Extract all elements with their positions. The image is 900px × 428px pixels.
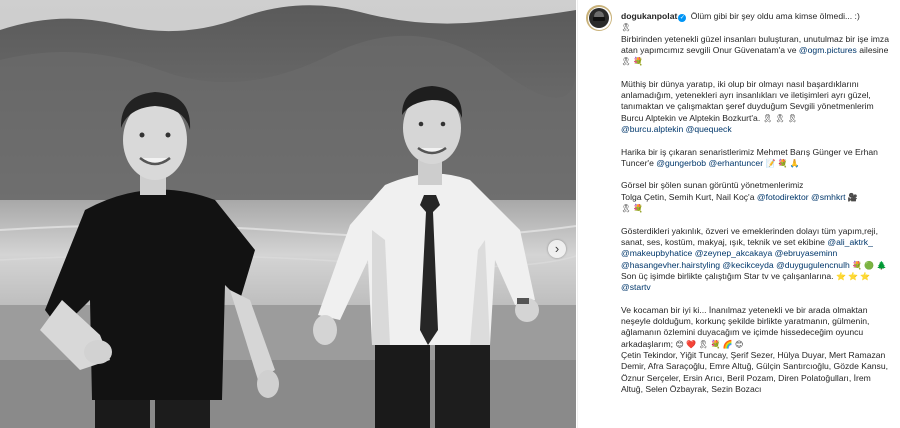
mention-link[interactable]: @fotodirektor: [757, 192, 809, 202]
caption-paragraph-2: Müthiş bir dünya yaratıp, iki olup bir o…: [621, 79, 893, 124]
post-photo[interactable]: ›: [0, 0, 576, 428]
avatar-ring: [587, 6, 611, 30]
mention-link[interactable]: @quequeck: [686, 124, 732, 134]
mention-link[interactable]: @duygugulencnulh: [776, 260, 850, 270]
mention-link[interactable]: @makeupbyhatice: [621, 248, 692, 258]
caption-p4-text2: Tolga Çetin, Semih Kurt, Nail Koç'a: [621, 191, 755, 202]
caption-intro-emoji: 🎗: [621, 22, 893, 33]
caption-cast-text: Çetin Tekindor, Yiğit Tuncay, Şerif Seze…: [621, 349, 889, 394]
mention-link[interactable]: @hasangevher.hairstyling: [621, 260, 720, 270]
username-link[interactable]: dogukanpolat: [621, 11, 677, 21]
mention-link[interactable]: @startv: [621, 282, 651, 292]
caption-p4-emoji-line: 🎗 💐: [621, 203, 893, 214]
avatar-image: [589, 8, 609, 28]
verified-badge-icon: ✓: [678, 14, 687, 22]
star-icon: ⭐ ⭐ ⭐: [835, 271, 871, 281]
caption-p4-text1: Görsel bir şölen sunan görüntü yönetmenl…: [621, 180, 804, 191]
mention-link[interactable]: @ebruyaseminn: [775, 248, 838, 258]
caption-paragraph-6: Ve kocaman bir iyi ki... İnanılmaz yeten…: [621, 305, 893, 350]
caption-paragraph-1: Birbirinden yetenekli güzel insanları bu…: [621, 34, 893, 68]
post-photo-image: [0, 0, 576, 428]
ribbon-icon: 🎗: [621, 23, 632, 33]
post-caption-panel: dogukanpolat ✓ Ölüm gibi bir şey oldu ama…: [577, 0, 900, 428]
caption-p4-emoji: 🎗 💐: [621, 204, 644, 214]
caption-p6-emoji: 😊 ❤️ 🎗 💐 🌈 😊: [675, 339, 744, 349]
mention-link[interactable]: @burcu.alptekin: [621, 124, 683, 134]
caption-p2-emoji: 🎗 🎗 🎗: [762, 113, 798, 123]
caption-paragraph-5: Gösterdikleri yakınlık, özveri ve emekle…: [621, 226, 893, 271]
caption-paragraph-3: Harika bir iş çıkaran senaristlerimiz Me…: [621, 147, 893, 170]
mention-link[interactable]: @smhkrt: [811, 192, 846, 202]
post-caption: dogukanpolat ✓ Ölüm gibi bir şey oldu ama…: [621, 11, 893, 395]
caption-star-line: Son üç işimde birlikte çalıştığım Star t…: [621, 271, 893, 282]
caption-p1-tail: ailesine: [859, 44, 889, 55]
caption-header: dogukanpolat ✓ Ölüm gibi bir şey oldu ama…: [621, 11, 893, 22]
mention-link[interactable]: @zeynep_akcakaya: [695, 248, 773, 258]
caption-p1-emoji: 🎗 💐: [621, 57, 644, 67]
caption-p2-text: Müthiş bir dünya yaratıp, iki olup bir o…: [621, 78, 874, 123]
caption-cast-list: Çetin Tekindor, Yiğit Tuncay, Şerif Seze…: [621, 350, 893, 395]
caption-paragraph-4: Görsel bir şölen sunan görüntü yönetmenl…: [621, 180, 893, 203]
caption-p4-emoji-after: 🎥: [847, 192, 858, 202]
mention-link[interactable]: @ogm.pictures: [799, 45, 857, 55]
caption-p5-emoji: 💐 🟢 🌲: [852, 260, 887, 270]
mention-link[interactable]: @kecikceyda: [722, 260, 773, 270]
chevron-right-icon[interactable]: ›: [548, 240, 566, 258]
caption-p6-text: Ve kocaman bir iyi ki... İnanılmaz yeten…: [621, 304, 870, 349]
mention-link[interactable]: @ali_aktrk_: [827, 237, 873, 247]
caption-p3-emoji: 📝 💐 🙏: [765, 158, 800, 168]
mention-link[interactable]: @gungerbob: [656, 158, 706, 168]
caption-star-mention: @startv: [621, 282, 893, 293]
avatar[interactable]: [586, 5, 612, 31]
mention-link[interactable]: @erhantuncer: [708, 158, 763, 168]
caption-p2-mentions: @burcu.alptekin @quequeck: [621, 124, 893, 135]
caption-star-text: Son üç işimde birlikte çalıştığım Star t…: [621, 270, 834, 281]
caption-intro: Ölüm gibi bir şey oldu ama kimse ölmedi.…: [690, 11, 860, 21]
instagram-post-view: › dogukanpolat ✓ Ölüm gibi bir şey oldu a…: [0, 0, 900, 428]
